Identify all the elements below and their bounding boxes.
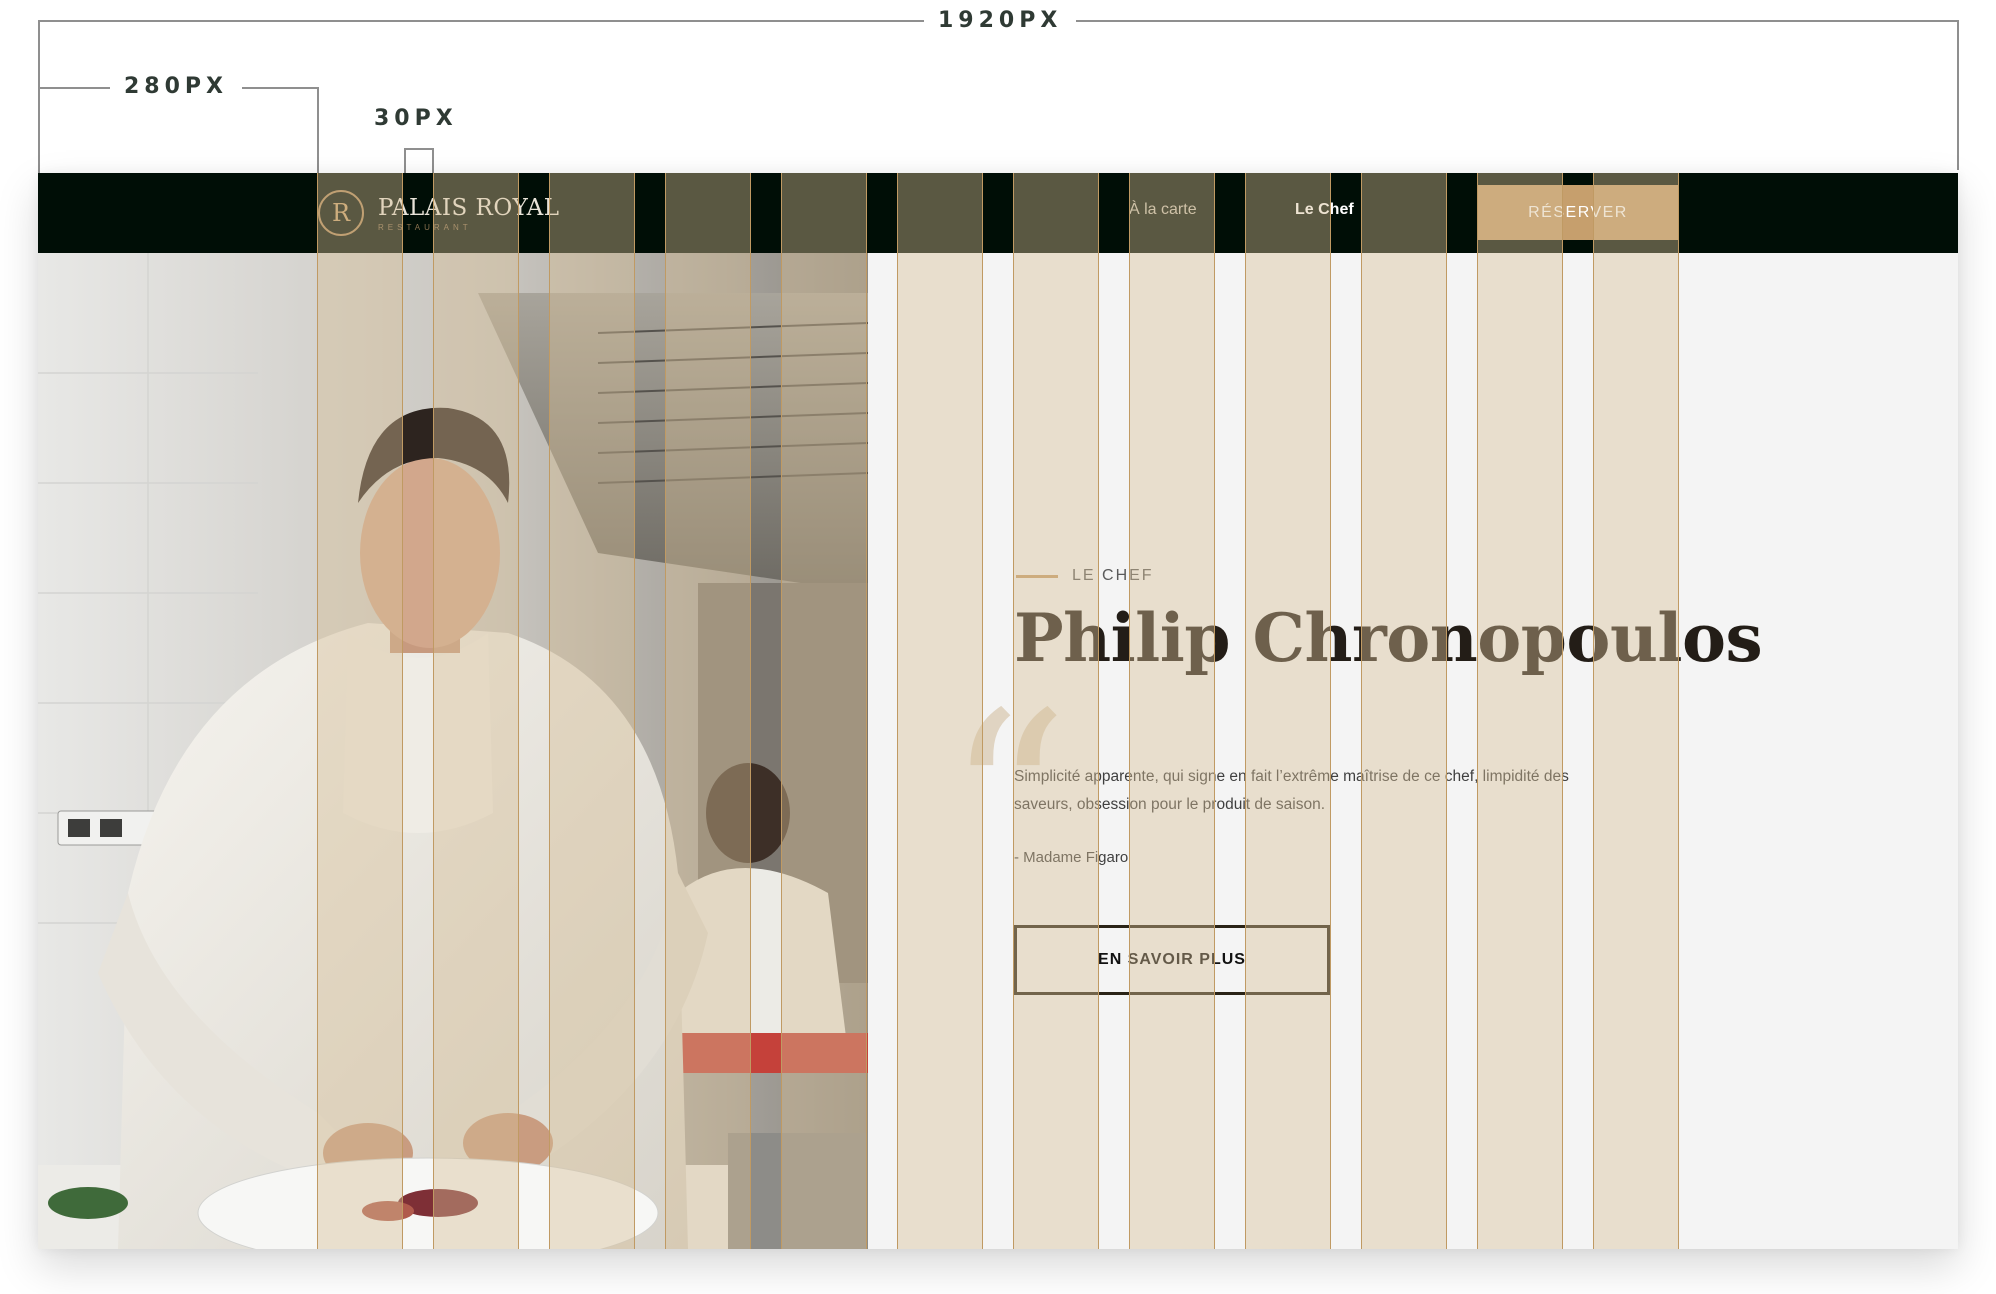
gutter-dimension-bracket [404,148,434,173]
page-width-dimension-right-tick [1957,20,1959,170]
navbar: R PALAIS ROYAL RESTAURANT À la carte Le … [38,173,1958,253]
grid-column [1245,173,1331,1249]
reserve-button[interactable]: RÉSERVER [1478,185,1678,240]
logo-subtitle: RESTAURANT [378,222,472,232]
margin-dimension-right-tick [317,87,319,173]
margin-dimension-left-tick [38,87,40,173]
grid-column [1361,173,1447,1249]
margin-width-label: 280PX [110,74,243,99]
page-width-label: 1920PX [924,8,1077,33]
website-mockup: R PALAIS ROYAL RESTAURANT À la carte Le … [38,173,1958,1249]
section-eyebrow: LE CHEF [1072,567,1154,584]
nav-link-a-la-carte[interactable]: À la carte [1129,201,1197,219]
grid-column [1129,173,1215,1249]
gutter-width-label: 30PX [370,106,462,131]
press-quote: Simplicité apparente, qui signe en fait … [1014,768,1569,813]
logo-text: PALAIS ROYAL RESTAURANT [378,195,559,232]
logo-name: PALAIS ROYAL [378,194,560,221]
grid-column [1593,173,1679,1249]
quote-source: - Madame Figaro [1014,849,1129,866]
grid-column [1477,173,1563,1249]
learn-more-button[interactable]: EN SAVOIR PLUS [1014,925,1330,995]
chef-kitchen-illustration [38,253,868,1249]
eyebrow-divider [1016,575,1058,578]
nav-link-le-chef[interactable]: Le Chef [1295,201,1354,219]
chef-name-heading: Philip Chronopoulos [1014,599,1763,677]
logo-monogram-icon: R [318,190,364,236]
chef-photo [38,253,868,1249]
logo[interactable]: R PALAIS ROYAL RESTAURANT [318,188,559,238]
